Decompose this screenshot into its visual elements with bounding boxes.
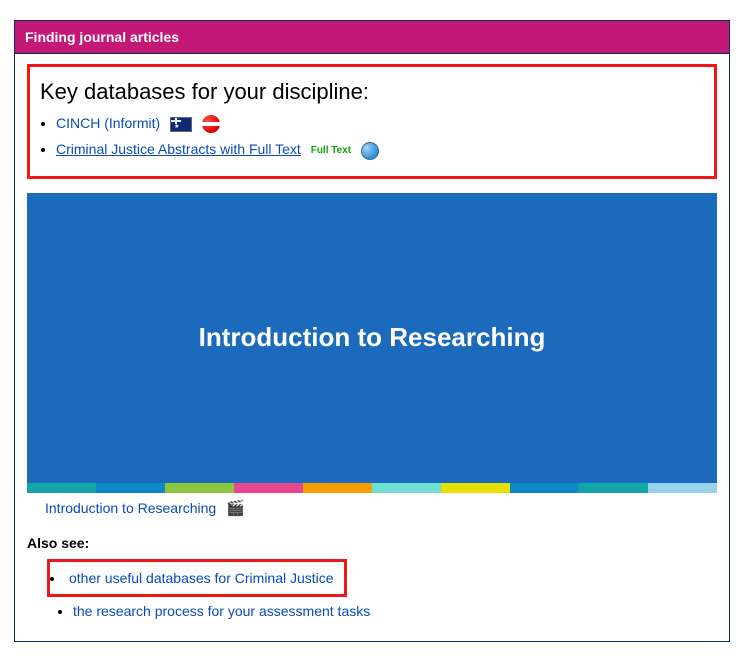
globe-icon xyxy=(361,142,379,160)
clapperboard-icon: 🎬 xyxy=(226,500,245,517)
panel: Finding journal articles Key databases f… xyxy=(14,20,730,642)
database-item: CINCH (Informit) xyxy=(56,115,706,133)
video-banner: Introduction to Researching xyxy=(27,193,717,483)
red-circle-icon xyxy=(202,115,220,133)
database-list: CINCH (Informit) Criminal Justice Abstra… xyxy=(56,115,706,160)
other-databases-link[interactable]: other useful databases for Criminal Just… xyxy=(69,570,334,586)
key-databases-highlight: Key databases for your discipline: CINCH… xyxy=(27,64,717,179)
also-see-heading: Also see: xyxy=(27,535,717,551)
also-see-item: the research process for your assessment… xyxy=(73,603,717,619)
also-see-item: other useful databases for Criminal Just… xyxy=(50,570,334,586)
cinch-link[interactable]: CINCH (Informit) xyxy=(56,115,160,131)
database-item: Criminal Justice Abstracts with Full Tex… xyxy=(56,141,706,159)
video-color-bar xyxy=(27,483,717,493)
video-embed[interactable]: Introduction to Researching xyxy=(27,193,717,493)
panel-body: Key databases for your discipline: CINCH… xyxy=(15,54,729,641)
research-process-link[interactable]: the research process for your assessment… xyxy=(73,603,370,619)
criminal-justice-abstracts-link[interactable]: Criminal Justice Abstracts with Full Tex… xyxy=(56,141,301,157)
intro-to-researching-link[interactable]: Introduction to Researching xyxy=(45,500,216,516)
also-see-list: other useful databases for Criminal Just… xyxy=(73,559,717,619)
video-overlay-title: Introduction to Researching xyxy=(199,322,546,353)
full-text-badge: Full Text xyxy=(311,146,351,155)
also-see-highlight: other useful databases for Criminal Just… xyxy=(47,559,347,597)
panel-header: Finding journal articles xyxy=(15,21,729,54)
key-databases-heading: Key databases for your discipline: xyxy=(40,79,706,105)
video-link-row: Introduction to Researching 🎬 xyxy=(45,499,717,517)
australia-flag-icon xyxy=(170,117,192,132)
